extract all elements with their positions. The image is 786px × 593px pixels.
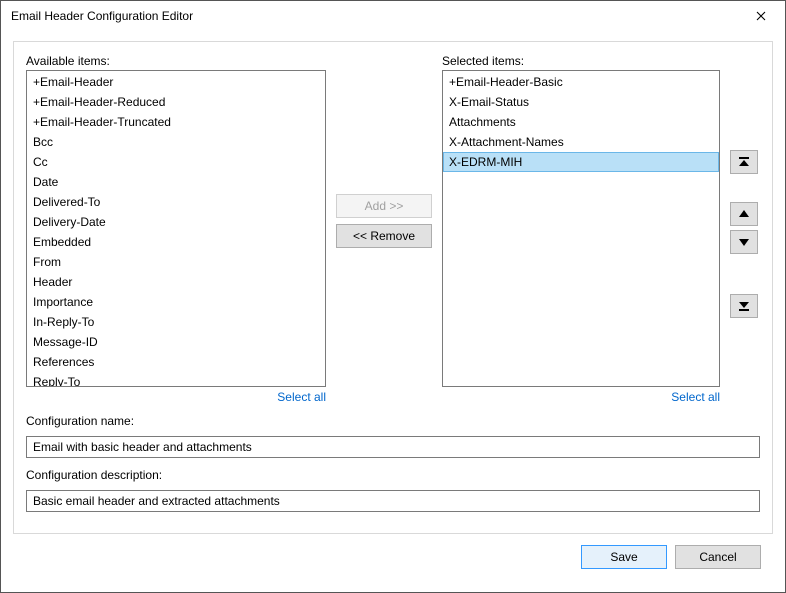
config-desc-input[interactable] xyxy=(26,490,760,512)
config-name-label: Configuration name: xyxy=(26,414,760,428)
move-bottom-icon xyxy=(738,300,750,312)
move-down-icon xyxy=(738,236,750,248)
list-item[interactable]: X-EDRM-MIH xyxy=(443,152,719,172)
list-item[interactable]: Bcc xyxy=(27,132,325,152)
list-item[interactable]: Message-ID xyxy=(27,332,325,352)
list-item[interactable]: Delivered-To xyxy=(27,192,325,212)
list-item[interactable]: +Email-Header xyxy=(27,72,325,92)
save-button[interactable]: Save xyxy=(581,545,667,569)
available-label: Available items: xyxy=(26,54,326,68)
list-item[interactable]: X-Attachment-Names xyxy=(443,132,719,152)
list-item[interactable]: From xyxy=(27,252,325,272)
remove-button[interactable]: << Remove xyxy=(336,224,432,248)
dialog-body: Available items: +Email-Header+Email-Hea… xyxy=(1,31,785,592)
list-item[interactable]: +Email-Header-Truncated xyxy=(27,112,325,132)
available-select-all-link[interactable]: Select all xyxy=(277,390,326,404)
list-item[interactable]: Delivery-Date xyxy=(27,212,325,232)
lists-row: Available items: +Email-Header+Email-Hea… xyxy=(26,54,760,404)
list-item[interactable]: Reply-To xyxy=(27,372,325,387)
selected-label: Selected items: xyxy=(442,54,720,68)
cancel-button[interactable]: Cancel xyxy=(675,545,761,569)
main-groupbox: Available items: +Email-Header+Email-Hea… xyxy=(13,41,773,534)
config-name-input[interactable] xyxy=(26,436,760,458)
list-item[interactable]: Date xyxy=(27,172,325,192)
move-up-button[interactable] xyxy=(730,202,758,226)
list-item[interactable]: X-Email-Status xyxy=(443,92,719,112)
close-icon xyxy=(756,11,766,21)
available-listbox[interactable]: +Email-Header+Email-Header-Reduced+Email… xyxy=(26,70,326,387)
config-desc-label: Configuration description: xyxy=(26,468,760,482)
move-bottom-button[interactable] xyxy=(730,294,758,318)
titlebar: Email Header Configuration Editor xyxy=(1,1,785,31)
dialog-footer: Save Cancel xyxy=(13,534,773,580)
list-item[interactable]: Attachments xyxy=(443,112,719,132)
selected-column: Selected items: +Email-Header-BasicX-Ema… xyxy=(442,54,720,404)
selected-listbox[interactable]: +Email-Header-BasicX-Email-StatusAttachm… xyxy=(442,70,720,387)
reorder-buttons-column xyxy=(728,54,760,404)
list-item[interactable]: +Email-Header-Basic xyxy=(443,72,719,92)
move-down-button[interactable] xyxy=(730,230,758,254)
list-item[interactable]: Header xyxy=(27,272,325,292)
move-top-button[interactable] xyxy=(730,150,758,174)
close-button[interactable] xyxy=(739,2,783,30)
selected-select-all-link[interactable]: Select all xyxy=(671,390,720,404)
add-button[interactable]: Add >> xyxy=(336,194,432,218)
list-item[interactable]: Embedded xyxy=(27,232,325,252)
list-item[interactable]: Importance xyxy=(27,292,325,312)
transfer-buttons-column: Add >> << Remove xyxy=(334,54,434,404)
list-item[interactable]: References xyxy=(27,352,325,372)
list-item[interactable]: Cc xyxy=(27,152,325,172)
move-top-icon xyxy=(738,156,750,168)
list-item[interactable]: In-Reply-To xyxy=(27,312,325,332)
move-up-icon xyxy=(738,208,750,220)
list-item[interactable]: +Email-Header-Reduced xyxy=(27,92,325,112)
dialog-window: Email Header Configuration Editor Availa… xyxy=(0,0,786,593)
window-title: Email Header Configuration Editor xyxy=(11,9,739,23)
available-column: Available items: +Email-Header+Email-Hea… xyxy=(26,54,326,404)
